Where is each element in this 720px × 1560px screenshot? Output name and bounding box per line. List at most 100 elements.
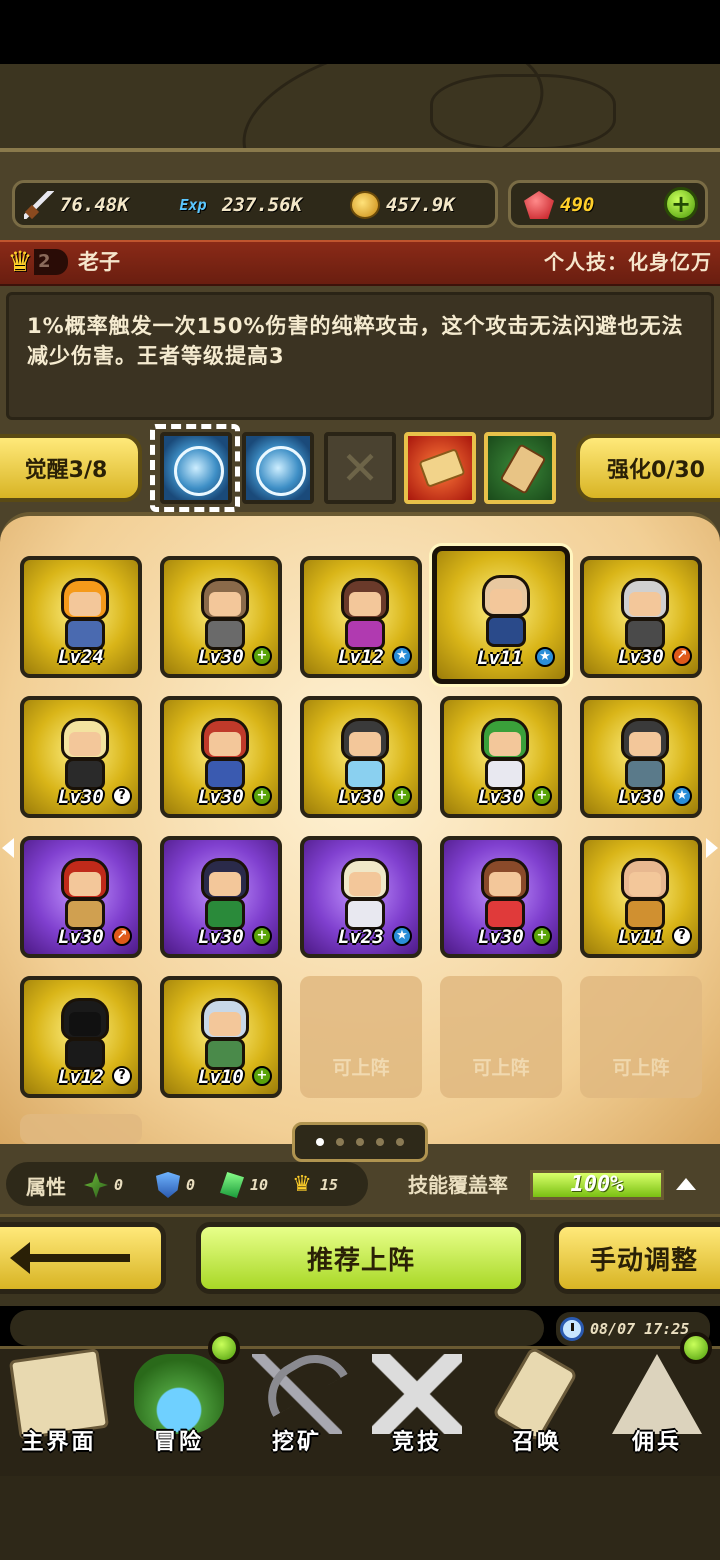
gold-value: 457.9K — [386, 194, 455, 216]
hero-card[interactable]: Lv30 + — [160, 556, 282, 678]
next-page-arrow-icon[interactable] — [706, 838, 718, 858]
back-button[interactable] — [0, 1222, 166, 1294]
scroll-icon — [418, 448, 466, 488]
exp-resource: Exp 237.56K — [170, 192, 302, 218]
hero-face — [489, 872, 521, 896]
upgrade-plus-icon: + — [532, 926, 552, 946]
page-dot[interactable] — [316, 1138, 324, 1146]
hero-face — [349, 872, 381, 896]
hero-level: Lv23 — [338, 926, 384, 948]
upgrade-plus-icon: + — [392, 786, 412, 806]
hero-card[interactable]: Lv12 ★ — [300, 556, 422, 678]
page-dot[interactable] — [356, 1138, 364, 1146]
green-scroll-slot[interactable] — [484, 432, 556, 504]
skill-coverage-bar: 100% — [530, 1170, 664, 1200]
crown-icon: ♛ — [292, 1172, 312, 1197]
awaken-slot-2[interactable] — [242, 432, 314, 504]
awaken-button[interactable]: 觉醒3/8 — [0, 434, 142, 502]
locked-slot-x-icon[interactable]: ✕ — [324, 432, 396, 504]
defense-stat: 0 — [156, 1170, 195, 1200]
hero-card[interactable]: Lv24 — [20, 556, 142, 678]
hero-level: Lv30 — [198, 786, 244, 808]
notification-dot — [680, 1332, 712, 1364]
hero-card[interactable]: Lv30 + — [440, 696, 562, 818]
hero-face — [489, 732, 521, 756]
hero-face — [69, 872, 101, 896]
nav-map[interactable]: 主界面 — [0, 1348, 118, 1462]
hero-level: Lv24 — [58, 646, 104, 668]
add-gems-button[interactable]: + — [664, 187, 698, 221]
page-dot[interactable] — [336, 1138, 344, 1146]
island-icon — [134, 1354, 224, 1434]
nav-label: 佣兵 — [631, 1430, 682, 1455]
hero-card[interactable]: Lv30 + — [160, 836, 282, 958]
page-dot[interactable] — [376, 1138, 384, 1146]
red-scroll-slot[interactable] — [404, 432, 476, 504]
hero-card[interactable]: Lv30 ↗ — [20, 836, 142, 958]
hero-card[interactable]: Lv30 + — [160, 696, 282, 818]
recommend-lineup-button[interactable]: 推荐上阵 — [196, 1222, 526, 1294]
hero-face — [629, 872, 661, 896]
star-badge-icon: ★ — [535, 647, 555, 667]
map-background — [0, 64, 720, 154]
hero-card[interactable]: Lv30 + — [300, 696, 422, 818]
nature-count: 0 — [114, 1176, 124, 1194]
hero-portrait — [51, 858, 119, 932]
hero-rank: 2 — [34, 249, 68, 275]
hero-card[interactable]: Lv30? — [20, 696, 142, 818]
hero-card[interactable]: Lv30 + — [440, 836, 562, 958]
prev-page-arrow-icon[interactable] — [2, 838, 14, 858]
hero-level: Lv30 — [338, 786, 384, 808]
hero-portrait — [51, 578, 119, 652]
nav-pickaxe[interactable]: 挖矿 — [238, 1350, 356, 1462]
crown-count: 15 — [320, 1176, 339, 1194]
tent-icon — [612, 1354, 702, 1434]
empty-slot-partial[interactable] — [20, 1114, 142, 1144]
strengthen-button[interactable]: 强化0/30 — [576, 434, 720, 502]
back-arrow-icon — [10, 1242, 130, 1274]
hero-portrait — [611, 858, 679, 932]
manual-adjust-button[interactable]: 手动调整 — [554, 1222, 720, 1294]
hero-level: Lv30 — [478, 926, 524, 948]
sword-icon — [24, 191, 54, 219]
nav-island[interactable]: 冒险 — [120, 1332, 240, 1462]
hero-portrait — [331, 858, 399, 932]
hero-card[interactable]: Lv10 + — [160, 976, 282, 1098]
hero-face — [490, 589, 522, 613]
hero-card[interactable]: Lv23 ★ — [300, 836, 422, 958]
empty-slot[interactable]: 可上阵 — [440, 976, 562, 1098]
hero-face — [209, 732, 241, 756]
expand-up-icon[interactable] — [676, 1178, 696, 1190]
nav-label: 挖矿 — [271, 1430, 322, 1455]
hero-portrait — [191, 998, 259, 1072]
hero-portrait — [471, 858, 539, 932]
gold-resource: 457.9K — [350, 191, 455, 219]
empty-slot[interactable]: 可上阵 — [300, 976, 422, 1098]
hero-face — [629, 592, 661, 616]
hero-card[interactable]: Lv30 ↗ — [580, 556, 702, 678]
nature-stat: 0 — [84, 1170, 123, 1200]
page-dot[interactable] — [396, 1138, 404, 1146]
hero-body — [486, 615, 526, 647]
star-badge-icon: ★ — [392, 646, 412, 666]
nav-scroll[interactable]: 召唤 — [478, 1345, 596, 1462]
hero-card[interactable]: Lv11 ★ — [432, 546, 570, 684]
hero-level: Lv30 — [618, 646, 664, 668]
empty-slot[interactable]: 可上阵 — [580, 976, 702, 1098]
nav-crossed-swords[interactable]: 竞技 — [358, 1350, 476, 1462]
hero-portrait — [471, 718, 539, 792]
hero-card[interactable]: Lv11? — [580, 836, 702, 958]
datetime-text: 08/07 17:25 — [590, 1320, 690, 1338]
crown-icon: ♛ — [7, 245, 33, 278]
upgrade-plus-icon: + — [252, 646, 272, 666]
hero-portrait — [611, 718, 679, 792]
question-badge-icon: ? — [112, 1066, 132, 1086]
hero-level: Lv30 — [198, 646, 244, 668]
available-slot-label: 可上阵 — [472, 1057, 530, 1079]
star-badge-icon: ★ — [392, 926, 412, 946]
nav-tent[interactable]: 佣兵 — [598, 1332, 716, 1462]
attribute-label: 属性 — [26, 1174, 66, 1199]
hero-card[interactable]: Lv12? — [20, 976, 142, 1098]
hero-card[interactable]: Lv30 ★ — [580, 696, 702, 818]
nav-label: 召唤 — [511, 1430, 562, 1455]
